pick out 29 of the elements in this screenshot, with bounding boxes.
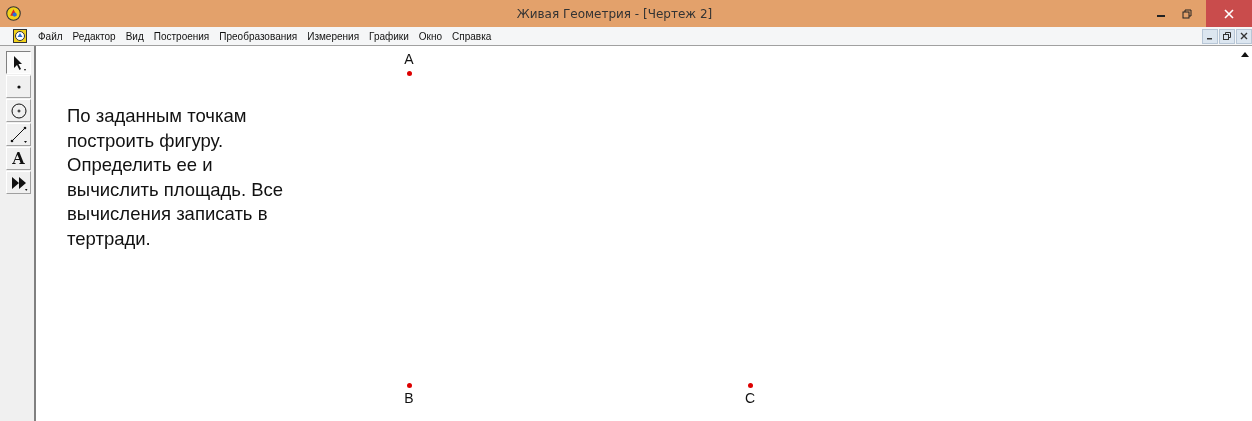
minimize-icon[interactable] [1207, 38, 1212, 40]
menu-item[interactable]: Окно [413, 30, 448, 42]
scroll-up-icon[interactable] [1241, 52, 1249, 57]
minimize-icon[interactable] [1157, 14, 1165, 17]
point-label: C [744, 390, 756, 406]
restore-button[interactable] [1219, 28, 1235, 44]
menu-item[interactable]: Справка [447, 30, 497, 42]
point-label: B [403, 390, 415, 406]
point-label: A [403, 51, 415, 67]
window-title: Живая Геометрия - [Чертеж 2] [515, 6, 714, 21]
menu-item[interactable]: Измерения [302, 30, 365, 42]
text-tool[interactable]: A [6, 147, 31, 170]
document-icon[interactable] [13, 29, 27, 43]
point[interactable] [407, 71, 412, 76]
app-icon [6, 6, 21, 21]
menu-item[interactable]: Графики [364, 30, 414, 42]
menu-item[interactable]: Вид [120, 30, 149, 42]
close-icon[interactable] [1240, 32, 1248, 40]
scrollbar[interactable] [1238, 46, 1252, 421]
restore-icon[interactable] [1182, 8, 1192, 19]
menu-item[interactable]: Построения [148, 30, 215, 42]
restore-icon[interactable] [1223, 32, 1231, 40]
menu-item[interactable]: Преобразования [214, 30, 303, 42]
point[interactable] [748, 383, 753, 388]
menu-item[interactable]: Файл [33, 30, 68, 42]
close-button[interactable] [1236, 28, 1252, 44]
menu-item[interactable]: Редактор [67, 30, 121, 42]
point[interactable] [407, 383, 412, 388]
task-text: По заданным точкам построить фигуру. Определить ее и вычислить площадь. Все вычисления записать в тертради. [67, 104, 284, 251]
